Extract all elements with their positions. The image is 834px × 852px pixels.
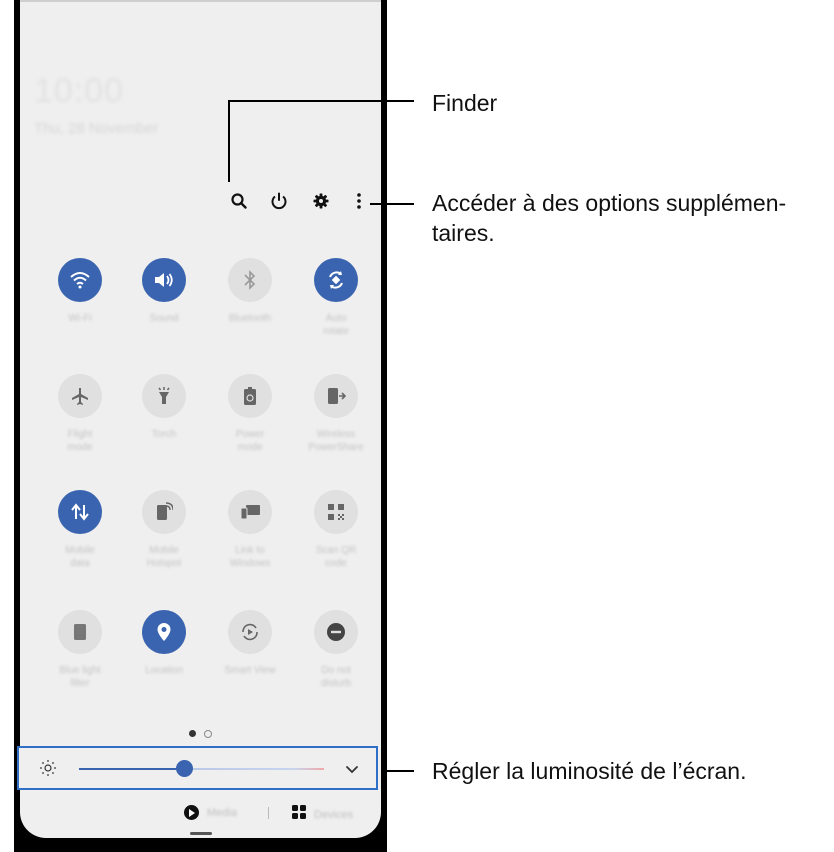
media-label: Media bbox=[207, 806, 237, 819]
page-dot-active[interactable] bbox=[189, 730, 196, 737]
tile-label: Sound bbox=[149, 313, 179, 324]
panel-handle[interactable] bbox=[190, 832, 212, 835]
quick-tile-location[interactable]: Location bbox=[124, 610, 204, 677]
divider bbox=[268, 807, 269, 819]
tile-label: Torch bbox=[151, 429, 177, 440]
play-icon bbox=[184, 805, 199, 820]
clock: 10:00 bbox=[34, 72, 125, 110]
tile-label: Mobile data bbox=[65, 545, 95, 569]
quick-tile-smart-view[interactable]: Smart View bbox=[210, 610, 290, 677]
panel-top-edge bbox=[20, 0, 381, 2]
search-icon[interactable] bbox=[228, 190, 250, 212]
sound-icon[interactable] bbox=[142, 258, 186, 302]
quick-tile-airplane[interactable]: Flight mode bbox=[40, 374, 120, 454]
devices-button[interactable]: Devices bbox=[292, 805, 353, 824]
brightness-track[interactable] bbox=[79, 768, 324, 770]
tile-label: Smart View bbox=[224, 665, 276, 676]
more-options-icon[interactable] bbox=[348, 190, 370, 212]
finder-callout: Finder bbox=[432, 90, 498, 116]
media-button[interactable]: Media bbox=[184, 805, 237, 820]
tile-label: Power mode bbox=[235, 429, 265, 453]
quick-tile-link-windows[interactable]: Link to Windows bbox=[210, 490, 290, 570]
quick-tile-blue-light[interactable]: Blue light filter bbox=[40, 610, 120, 690]
brightness-callout: Régler la luminosité de l’écran. bbox=[432, 758, 747, 784]
mobile-data-icon[interactable] bbox=[58, 490, 102, 534]
quick-tile-hotspot[interactable]: Mobile Hotspot bbox=[124, 490, 204, 570]
bluetooth-icon[interactable] bbox=[228, 258, 272, 302]
finder-leader-horizontal bbox=[228, 100, 414, 102]
tile-label: Auto rotate bbox=[323, 313, 349, 337]
tile-label: Wireless PowerShare bbox=[308, 429, 364, 453]
date: Thu, 28 November bbox=[34, 120, 159, 137]
chevron-down-icon[interactable] bbox=[345, 762, 359, 780]
options-leader bbox=[370, 203, 414, 205]
media-devices-bar: Media Devices bbox=[20, 802, 381, 826]
quick-tile-bluetooth[interactable]: Bluetooth bbox=[210, 258, 290, 325]
quick-tile-wifi[interactable]: Wi-Fi bbox=[40, 258, 120, 325]
tile-label: Location bbox=[145, 665, 183, 676]
devices-label: Devices bbox=[314, 808, 354, 821]
page-indicator bbox=[20, 730, 381, 738]
quick-panel-toolbar bbox=[218, 190, 368, 214]
battery-icon[interactable] bbox=[228, 374, 272, 418]
tile-label: Scan QR code bbox=[315, 545, 357, 569]
auto-rotate-icon[interactable] bbox=[314, 258, 358, 302]
tile-label: Wi-Fi bbox=[68, 313, 92, 324]
tile-label: Do not disturb bbox=[320, 665, 351, 689]
quick-tile-sound[interactable]: Sound bbox=[124, 258, 204, 325]
quick-tile-qr[interactable]: Scan QR code bbox=[296, 490, 376, 570]
tile-label: Flight mode bbox=[67, 429, 93, 453]
blue-light-icon[interactable] bbox=[58, 610, 102, 654]
quick-panel: 10:00 Thu, 28 November Wi-Fi Sound Bluetoo… bbox=[20, 0, 381, 838]
brightness-control bbox=[17, 746, 378, 790]
brightness-sun-icon bbox=[39, 759, 57, 782]
torch-icon[interactable] bbox=[142, 374, 186, 418]
link-windows-icon[interactable] bbox=[228, 490, 272, 534]
page-dot[interactable] bbox=[204, 730, 212, 738]
quick-tile-powershare[interactable]: Wireless PowerShare bbox=[296, 374, 376, 454]
gear-icon[interactable] bbox=[310, 190, 332, 212]
location-icon[interactable] bbox=[142, 610, 186, 654]
wifi-icon[interactable] bbox=[58, 258, 102, 302]
brightness-slider-thumb[interactable] bbox=[175, 760, 193, 777]
tile-label: Mobile Hotspot bbox=[146, 545, 182, 569]
tile-label: Blue light filter bbox=[59, 665, 101, 689]
smart-view-icon[interactable] bbox=[228, 610, 272, 654]
phone-frame: 10:00 Thu, 28 November Wi-Fi Sound Bluetoo… bbox=[14, 0, 387, 852]
qr-icon[interactable] bbox=[314, 490, 358, 534]
quick-tile-auto-rotate[interactable]: Auto rotate bbox=[296, 258, 376, 338]
finder-leader-vertical bbox=[228, 100, 230, 182]
dnd-icon[interactable] bbox=[314, 610, 358, 654]
devices-icon bbox=[292, 805, 306, 824]
quick-tile-torch[interactable]: Torch bbox=[124, 374, 204, 441]
tile-label: Link to Windows bbox=[229, 545, 271, 569]
quick-tile-dnd[interactable]: Do not disturb bbox=[296, 610, 376, 690]
brightness-leader bbox=[382, 770, 414, 772]
quick-tile-battery[interactable]: Power mode bbox=[210, 374, 290, 454]
airplane-icon[interactable] bbox=[58, 374, 102, 418]
tile-label: Bluetooth bbox=[228, 313, 272, 324]
powershare-icon[interactable] bbox=[314, 374, 358, 418]
power-icon[interactable] bbox=[268, 190, 290, 212]
options-callout: Accéder à des options supplémen- taires. bbox=[432, 190, 787, 246]
quick-tile-mobile-data[interactable]: Mobile data bbox=[40, 490, 120, 570]
hotspot-icon[interactable] bbox=[142, 490, 186, 534]
